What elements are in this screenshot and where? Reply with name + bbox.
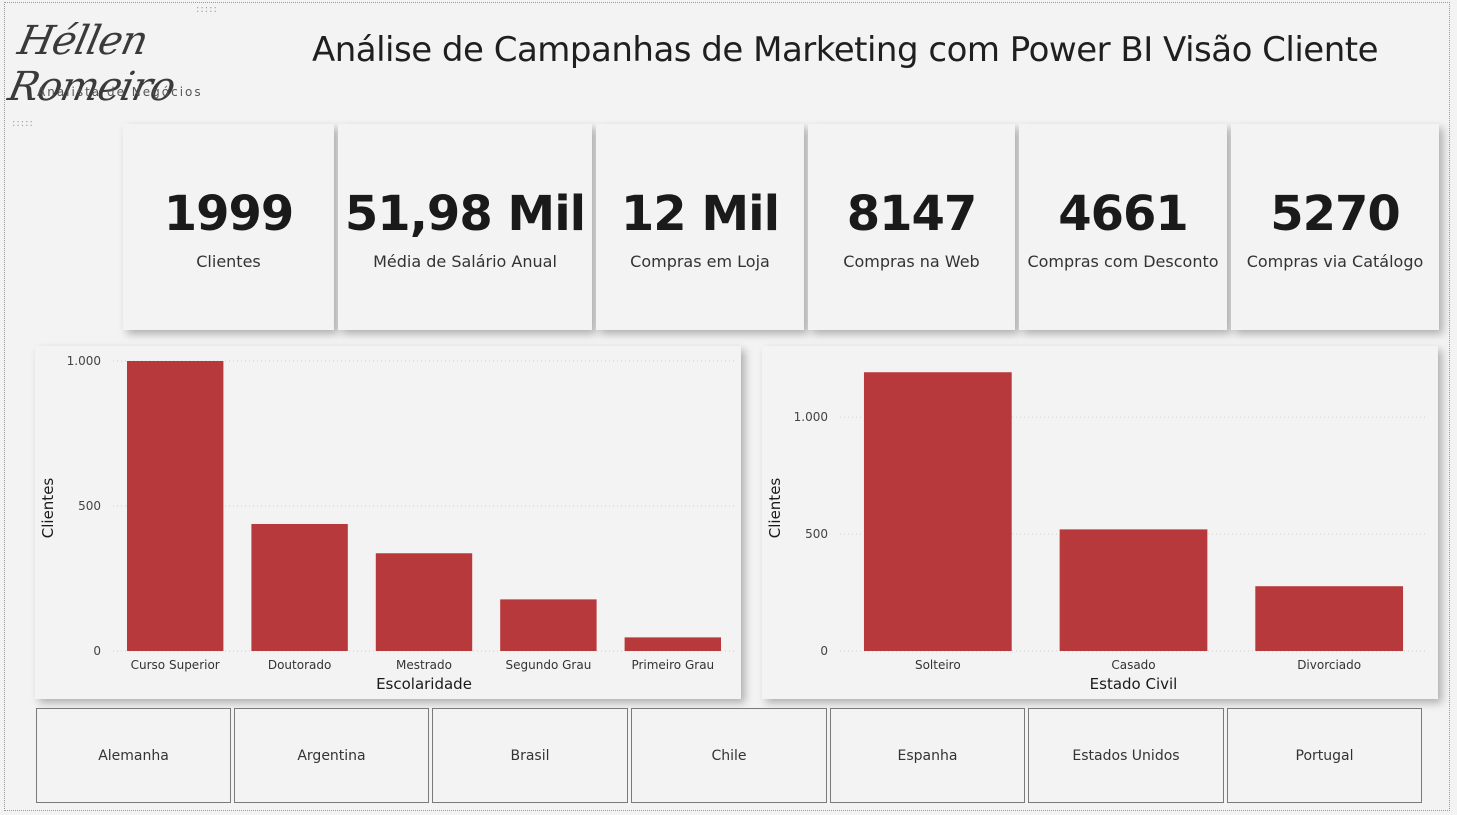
y-tick-label: 500 [805,527,828,541]
bar [863,372,1012,651]
bar [500,599,597,651]
x-tick-label: Divorciado [1297,658,1361,672]
x-axis-title: Escolaridade [376,675,472,693]
logo: Héllen Romeiro Analista de Negócios [4,18,232,110]
x-tick-label: Primeiro Grau [631,658,714,672]
drag-handle-icon[interactable]: ::::: [196,5,218,15]
page-title: Análise de Campanhas de Marketing com Po… [311,30,1379,70]
kpi-card-compras-loja[interactable]: 12 Mil Compras em Loja [596,124,804,330]
x-tick-label: Curso Superior [131,658,220,672]
slicer-label: Argentina [297,747,366,764]
slicer-label: Brasil [510,747,550,764]
y-tick-label: 1.000 [67,354,101,368]
slicer-label: Espanha [897,747,958,764]
x-tick-label: Mestrado [396,658,452,672]
x-axis-title: Estado Civil [1090,675,1178,693]
x-tick-label: Casado [1111,658,1155,672]
kpi-value: 5270 [1270,186,1401,242]
bar [624,637,722,651]
slicer-item-espanha[interactable]: Espanha [830,708,1025,803]
y-tick-label: 0 [820,644,828,658]
kpi-card-clientes[interactable]: 1999 Clientes [123,124,334,330]
y-axis-title: Clientes [766,478,784,539]
kpi-label: Clientes [196,252,261,271]
y-tick-label: 1.000 [794,410,828,424]
kpi-card-compras-catalogo[interactable]: 5270 Compras via Catálogo [1231,124,1439,330]
bar [251,523,348,651]
kpi-card-compras-web[interactable]: 8147 Compras na Web [808,124,1015,330]
x-tick-label: Doutorado [268,658,331,672]
kpi-value: 12 Mil [620,186,780,242]
y-tick-label: 500 [78,499,101,513]
slicer-item-argentina[interactable]: Argentina [234,708,429,803]
logo-subtitle: Analista de Negócios [37,85,203,99]
chart-escolaridade[interactable]: 0 500 1.000 Curso Superior Doutorado Mestrado… [35,346,741,699]
y-axis-title: Clientes [39,478,57,539]
chart-escolaridade-svg: 0 500 1.000 Curso Superior Doutorado Mestrado… [39,354,735,693]
x-tick-label: Segundo Grau [506,658,592,672]
kpi-value: 1999 [163,186,295,242]
kpi-label: Compras em Loja [630,252,770,271]
kpi-value: 51,98 Mil [344,186,586,242]
slicer-item-chile[interactable]: Chile [631,708,827,803]
drag-handle-icon[interactable]: ::::: [12,119,34,129]
y-tick-label: 0 [93,644,101,658]
slicer-item-alemanha[interactable]: Alemanha [36,708,231,803]
x-tick-label: Solteiro [915,658,961,672]
kpi-card-salario[interactable]: 51,98 Mil Média de Salário Anual [338,124,592,330]
slicer-label: Alemanha [98,747,169,764]
bar [1059,529,1208,651]
bar [126,361,224,651]
kpi-label: Compras na Web [843,252,980,271]
kpi-value: 4661 [1058,186,1189,242]
kpi-card-compras-desconto[interactable]: 4661 Compras com Desconto [1019,124,1227,330]
bar [1255,586,1404,651]
slicer-label: Portugal [1295,747,1354,764]
kpi-label: Média de Salário Anual [373,252,557,271]
slicer-item-portugal[interactable]: Portugal [1227,708,1422,803]
chart-estado-civil-svg: 0 500 1.000 Solteiro Casado Divorciado Estado … [766,372,1427,693]
slicer-label: Estados Unidos [1072,747,1180,764]
slicer-label: Chile [711,747,747,764]
kpi-value: 8147 [846,186,978,242]
kpi-label: Compras com Desconto [1027,252,1219,271]
slicer-item-brasil[interactable]: Brasil [432,708,628,803]
slicer-item-estados-unidos[interactable]: Estados Unidos [1028,708,1224,803]
kpi-label: Compras via Catálogo [1246,252,1424,271]
bar [375,553,473,651]
chart-estado-civil[interactable]: 0 500 1.000 Solteiro Casado Divorciado Estado … [762,346,1438,699]
